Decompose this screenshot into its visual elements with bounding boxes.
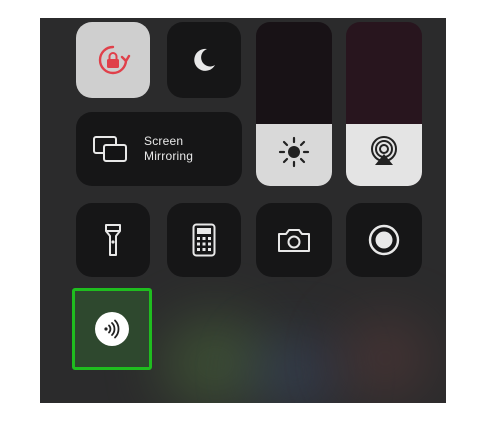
screen-record-button[interactable] xyxy=(346,203,422,277)
rotation-lock-toggle[interactable] xyxy=(76,22,150,98)
brightness-icon xyxy=(276,134,312,175)
nfc-icon xyxy=(95,312,129,346)
do-not-disturb-icon xyxy=(189,45,219,75)
do-not-disturb-toggle[interactable] xyxy=(167,22,241,98)
calculator-icon xyxy=(192,223,216,257)
screen-mirroring-icon xyxy=(92,135,130,163)
brightness-slider[interactable] xyxy=(256,22,332,186)
screen-record-icon xyxy=(367,223,401,257)
screen-mirroring-label: Screen Mirroring xyxy=(144,134,193,164)
camera-button[interactable] xyxy=(256,203,332,277)
airplay-audio-icon xyxy=(367,134,401,173)
screen-mirroring-label-line1: Screen xyxy=(144,134,184,148)
flashlight-button[interactable] xyxy=(76,203,150,277)
screen-mirroring-label-line2: Mirroring xyxy=(144,149,194,163)
camera-icon xyxy=(277,227,311,253)
control-center: Screen Mirroring xyxy=(40,18,446,403)
wallpaper-glow xyxy=(340,318,430,398)
calculator-button[interactable] xyxy=(167,203,241,277)
screen-mirroring-button[interactable]: Screen Mirroring xyxy=(76,112,242,186)
nfc-tag-reader-button[interactable] xyxy=(72,288,152,370)
flashlight-icon xyxy=(103,222,123,258)
wallpaper-glow xyxy=(250,338,340,403)
volume-slider[interactable] xyxy=(346,22,422,186)
rotation-lock-icon xyxy=(95,42,131,78)
